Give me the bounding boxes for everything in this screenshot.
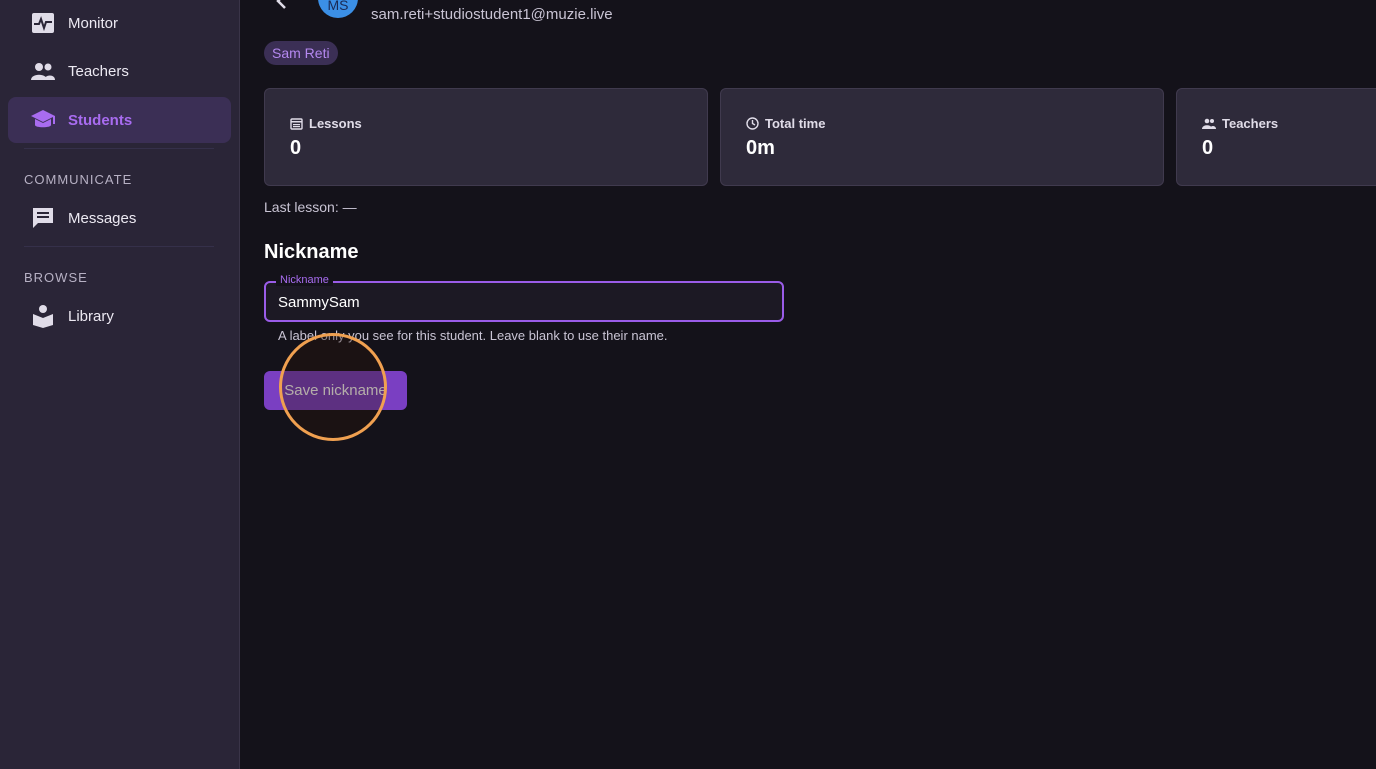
stat-label: Lessons [309, 116, 362, 131]
sidebar-item-label: Monitor [68, 14, 119, 32]
people-icon [1202, 118, 1216, 129]
sidebar-divider [24, 148, 214, 149]
stat-value: 0 [1202, 137, 1214, 159]
sidebar-divider [24, 246, 214, 247]
stat-card-lessons: Lessons 0 [264, 88, 708, 186]
teacher-tag: Sam Reti [264, 41, 338, 65]
chevron-left-icon [276, 0, 286, 9]
stat-value: 0m [746, 137, 775, 159]
save-nickname-button[interactable]: Save nickname [264, 371, 407, 410]
nickname-helper-text: A label only you see for this student. L… [278, 328, 668, 343]
clock-icon [746, 117, 759, 130]
sidebar-item-messages[interactable]: Messages [8, 195, 231, 241]
reader-icon [30, 303, 56, 329]
avatar: MS [318, 0, 358, 18]
student-email: sam.reti+studiostudent1@muzie.live [371, 6, 613, 23]
sidebar-item-library[interactable]: Library [8, 293, 231, 339]
sidebar-item-label: Library [68, 307, 114, 325]
section-label-communicate: COMMUNICATE [24, 172, 133, 187]
stat-value: 0 [290, 137, 302, 159]
last-lesson-text: Last lesson: — [264, 199, 357, 215]
nickname-section-title: Nickname [264, 241, 359, 263]
back-button[interactable] [272, 0, 292, 12]
sidebar-item-label: Teachers [68, 62, 129, 80]
sidebar-item-monitor[interactable]: Monitor [8, 0, 231, 46]
monitor-heart-icon [30, 10, 56, 36]
stat-card-total-time: Total time 0m [720, 88, 1164, 186]
section-label-browse: BROWSE [24, 270, 88, 285]
sidebar-item-teachers[interactable]: Teachers [8, 48, 231, 94]
people-icon [30, 58, 56, 84]
sidebar: Monitor Teachers Students COMMUNICATE Me… [0, 0, 240, 769]
avatar-initials: MS [327, 0, 349, 13]
stat-label: Teachers [1222, 116, 1279, 131]
sidebar-item-students[interactable]: Students [8, 97, 231, 143]
chat-icon [30, 205, 56, 231]
stat-card-teachers: Teachers 0 [1176, 88, 1376, 186]
calendar-icon [290, 118, 303, 130]
sidebar-item-label: Messages [68, 209, 137, 227]
stat-label: Total time [765, 116, 826, 131]
graduation-cap-icon [30, 107, 56, 133]
sidebar-item-label: Students [68, 111, 133, 129]
nickname-input[interactable] [276, 283, 770, 322]
nickname-field[interactable]: Nickname [264, 274, 784, 322]
